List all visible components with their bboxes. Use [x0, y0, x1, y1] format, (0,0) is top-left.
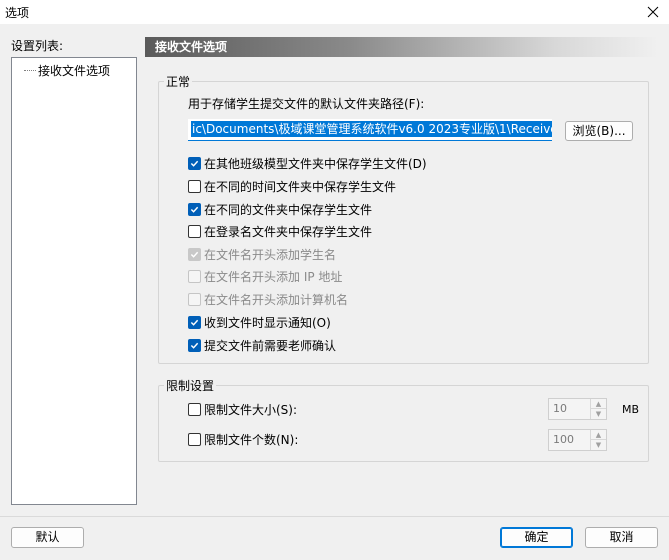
option-row: 在文件名开头添加学生名 — [188, 245, 336, 263]
tree-connector — [24, 69, 36, 71]
spinner-buttons: ▲ ▼ — [590, 399, 606, 419]
option-checkbox[interactable] — [188, 338, 201, 352]
option-checkbox — [188, 292, 201, 306]
normal-group-title: 正常 — [164, 73, 193, 90]
title-bar: 选项 — [0, 0, 669, 24]
check-icon — [190, 342, 199, 349]
check-icon — [190, 251, 199, 258]
option-label: 在文件名开头添加学生名 — [204, 247, 337, 262]
close-button[interactable] — [643, 2, 663, 22]
settings-list-label: 设置列表: — [11, 39, 64, 53]
option-row[interactable]: 在不同的时间文件夹中保存学生文件 — [188, 177, 396, 195]
spinner-buttons: ▲ ▼ — [590, 430, 606, 450]
size-unit: MB — [622, 403, 640, 416]
limit-count-value: 100 — [553, 433, 574, 446]
check-icon — [190, 160, 199, 167]
option-row[interactable]: 在登录名文件夹中保存学生文件 — [188, 222, 372, 240]
ok-button[interactable]: 确定 — [500, 527, 573, 548]
limit-count-spinner[interactable]: 100 ▲ ▼ — [548, 429, 607, 451]
limit-size-label: 限制文件大小(S): — [204, 402, 298, 417]
default-path-input[interactable]: ic\Documents\极域课堂管理系统软件v6.0 2023专业版\1\Re… — [188, 119, 552, 141]
limit-size-checkbox[interactable] — [188, 402, 201, 416]
limit-count-checkbox-row[interactable]: 限制文件个数(N): — [188, 430, 298, 448]
check-icon — [190, 206, 199, 213]
tree-item-receive-file-options[interactable]: 接收文件选项 — [24, 61, 110, 79]
browse-button[interactable]: 浏览(B)... — [565, 121, 633, 141]
option-checkbox[interactable] — [188, 156, 201, 170]
footer-separator — [0, 516, 669, 517]
limit-size-spinner[interactable]: 10 ▲ ▼ — [548, 398, 607, 420]
option-row[interactable]: 提交文件前需要老师确认 — [188, 336, 336, 354]
option-checkbox[interactable] — [188, 202, 201, 216]
limit-size-value: 10 — [553, 402, 567, 415]
limit-group-title: 限制设置 — [164, 377, 217, 394]
check-icon — [190, 319, 199, 326]
option-checkbox — [188, 269, 201, 283]
option-label: 在不同的时间文件夹中保存学生文件 — [204, 179, 397, 194]
cancel-button[interactable]: 取消 — [585, 527, 658, 548]
option-checkbox[interactable] — [188, 315, 201, 329]
settings-tree[interactable]: 接收文件选项 — [11, 57, 137, 505]
option-row[interactable]: 在其他班级模型文件夹中保存学生文件(D) — [188, 154, 427, 172]
option-label: 在文件名开头添加计算机名 — [204, 292, 349, 307]
panel-header: 接收文件选项 — [145, 37, 658, 57]
spin-up-icon[interactable]: ▲ — [591, 399, 606, 409]
option-label: 在登录名文件夹中保存学生文件 — [204, 224, 373, 239]
window-title: 选项 — [5, 6, 30, 20]
spin-up-icon[interactable]: ▲ — [591, 430, 606, 440]
option-row[interactable]: 在不同的文件夹中保存学生文件 — [188, 200, 372, 218]
tree-item-label: 接收文件选项 — [38, 63, 111, 78]
option-label: 在文件名开头添加 IP 地址 — [204, 269, 343, 284]
limit-size-checkbox-row[interactable]: 限制文件大小(S): — [188, 400, 297, 418]
spin-down-icon[interactable]: ▼ — [591, 440, 606, 450]
option-checkbox[interactable] — [188, 224, 201, 238]
default-path-label: 用于存储学生提交文件的默认文件夹路径(F): — [188, 97, 425, 111]
spin-down-icon[interactable]: ▼ — [591, 409, 606, 419]
default-path-value: ic\Documents\极域课堂管理系统软件v6.0 2023专业版\1\Re… — [191, 121, 552, 137]
option-row[interactable]: 收到文件时显示通知(O) — [188, 313, 331, 331]
option-checkbox — [188, 247, 201, 261]
option-row: 在文件名开头添加 IP 地址 — [188, 267, 342, 285]
option-label: 提交文件前需要老师确认 — [204, 338, 337, 353]
close-icon — [647, 6, 659, 18]
limit-count-checkbox[interactable] — [188, 432, 201, 446]
option-checkbox[interactable] — [188, 179, 201, 193]
default-button[interactable]: 默认 — [11, 527, 84, 548]
limit-count-label: 限制文件个数(N): — [204, 432, 299, 447]
option-label: 在其他班级模型文件夹中保存学生文件(D) — [204, 156, 427, 171]
option-row: 在文件名开头添加计算机名 — [188, 290, 348, 308]
option-label: 收到文件时显示通知(O) — [204, 315, 331, 330]
option-label: 在不同的文件夹中保存学生文件 — [204, 202, 373, 217]
